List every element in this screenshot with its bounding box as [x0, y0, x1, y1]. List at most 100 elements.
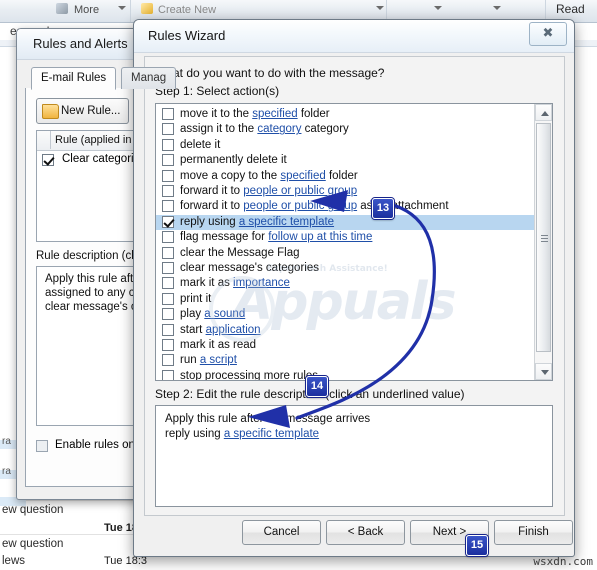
mail-row-subject[interactable]: lews [2, 555, 25, 567]
chevron-down-icon[interactable] [376, 6, 384, 10]
action-value-link[interactable]: a sound [204, 308, 245, 320]
ribbon-divider [130, 0, 131, 22]
action-label: forward it to people or public group [180, 185, 358, 197]
cancel-button[interactable]: Cancel [242, 520, 321, 545]
action-row[interactable]: play a sound [156, 307, 535, 322]
action-label: clear the Message Flag [180, 246, 300, 259]
action-checkbox[interactable] [162, 231, 174, 246]
rules-wizard-titlebar[interactable]: Rules Wizard ✖ [134, 20, 574, 53]
action-label: flag message for follow up at this time [180, 231, 373, 244]
action-row[interactable]: move it to the specified folder [156, 107, 535, 122]
action-value-link[interactable]: specified [252, 108, 297, 120]
rules-list-check-column [37, 131, 51, 149]
action-checkbox[interactable] [162, 339, 174, 354]
action-checkbox[interactable] [162, 169, 174, 185]
action-checkbox[interactable] [162, 200, 174, 215]
action-label: permanently delete it [180, 154, 287, 167]
scroll-up-button[interactable] [535, 104, 552, 121]
enable-rules-label: Enable rules on a [55, 439, 145, 451]
action-checkbox[interactable] [162, 154, 174, 169]
rule-description-line-2: reply using a specific template [165, 428, 552, 440]
close-button[interactable]: ✖ [529, 22, 567, 46]
new-rule-label: New Rule... [61, 105, 121, 117]
action-row[interactable]: print it [156, 292, 535, 307]
action-row[interactable]: delete it [156, 138, 535, 153]
wizard-question: What do you want to do with the message? [155, 66, 385, 80]
action-value-link[interactable]: importance [233, 277, 290, 289]
actions-list-scrollbar[interactable] [534, 104, 552, 380]
scrollbar-thumb[interactable] [536, 123, 551, 352]
action-checkbox[interactable] [162, 138, 174, 154]
action-checkbox[interactable] [162, 123, 174, 138]
action-label: print it [180, 292, 212, 305]
mail-row-fragment: ra [2, 436, 11, 447]
action-label: mark it as read [180, 339, 257, 351]
action-value-link[interactable]: category [257, 123, 301, 135]
chevron-down-icon[interactable] [118, 6, 126, 10]
scroll-up-icon [541, 111, 549, 116]
action-row[interactable]: forward it to people or public group as … [156, 199, 535, 214]
action-checkbox[interactable] [162, 369, 174, 380]
rule-desc-link-template[interactable]: a specific template [224, 428, 319, 440]
action-row[interactable]: mark it as read [156, 338, 535, 353]
rule-enabled-checkbox[interactable] [42, 154, 54, 169]
action-checkbox[interactable] [162, 246, 174, 262]
action-checkbox[interactable] [162, 108, 174, 123]
action-checkbox[interactable] [162, 215, 174, 231]
tab-manage-alerts[interactable]: Manag [121, 67, 177, 89]
action-checkbox[interactable] [162, 262, 174, 277]
action-row[interactable]: reply using a specific template [156, 214, 535, 231]
new-rule-button[interactable]: New Rule... [36, 98, 130, 124]
action-label: run a script [180, 354, 237, 367]
action-row[interactable]: start application [156, 323, 535, 338]
action-row[interactable]: mark it as importance [156, 276, 535, 291]
back-button[interactable]: < Back [326, 520, 405, 545]
ribbon-read-label[interactable]: Read [556, 2, 585, 16]
action-label: clear message's categories [180, 262, 319, 274]
ribbon-more-label[interactable]: More [74, 2, 99, 18]
action-value-link[interactable]: application [206, 324, 261, 336]
action-row[interactable]: assign it to the category category [156, 122, 535, 137]
action-value-link[interactable]: a script [200, 354, 237, 366]
action-value-link[interactable]: specified [280, 170, 325, 182]
action-checkbox[interactable] [162, 323, 174, 339]
mail-row-subject[interactable]: ew question [2, 538, 63, 550]
action-row[interactable]: move a copy to the specified folder [156, 169, 535, 184]
action-checkbox[interactable] [162, 292, 174, 308]
action-checkbox[interactable] [162, 277, 174, 292]
action-row[interactable]: run a script [156, 353, 535, 368]
action-label: start application [180, 323, 261, 336]
chevron-down-icon[interactable] [493, 6, 501, 10]
rules-wizard-dialog: Rules Wizard ✖ What do you want to do wi… [133, 19, 575, 557]
action-value-link[interactable]: follow up at this time [268, 231, 372, 243]
scroll-down-button[interactable] [535, 363, 552, 380]
action-row[interactable]: flag message for follow up at this time [156, 230, 535, 245]
close-icon: ✖ [542, 26, 554, 41]
rules-wizard-title: Rules Wizard [148, 28, 226, 43]
callout-badge-13: 13 [372, 198, 394, 219]
action-row[interactable]: clear the Message Flag [156, 246, 535, 261]
action-checkbox[interactable] [162, 185, 174, 200]
ribbon-create-new-label[interactable]: Create New [158, 2, 216, 18]
enable-rules-checkbox[interactable] [36, 440, 48, 452]
action-label: move a copy to the specified folder [180, 169, 358, 182]
action-checkbox[interactable] [162, 308, 174, 323]
action-row[interactable]: stop processing more rules [156, 369, 535, 380]
action-label: forward it to people or public group as … [180, 200, 449, 213]
folder-icon [42, 104, 59, 119]
enable-rules-checkbox-row[interactable]: Enable rules on a [36, 439, 145, 455]
actions-list[interactable]: stop processing more rules run a script ma… [155, 103, 553, 381]
action-label: delete it [180, 138, 221, 151]
action-row[interactable]: clear message's categories [156, 261, 535, 276]
action-value-link[interactable]: people or public group [243, 185, 357, 197]
finish-button[interactable]: Finish [494, 520, 573, 545]
action-row[interactable]: permanently delete it [156, 153, 535, 168]
rule-description-editor[interactable]: Apply this rule after the message arrive… [155, 405, 553, 507]
action-row[interactable]: forward it to people or public group [156, 184, 535, 199]
action-value-link[interactable]: people or public group [243, 200, 357, 212]
action-checkbox[interactable] [162, 354, 174, 369]
chevron-down-icon[interactable] [434, 6, 442, 10]
tab-email-rules[interactable]: E-mail Rules [31, 67, 117, 90]
scroll-grip-icon [541, 235, 548, 242]
action-value-link[interactable]: a specific template [239, 216, 334, 228]
